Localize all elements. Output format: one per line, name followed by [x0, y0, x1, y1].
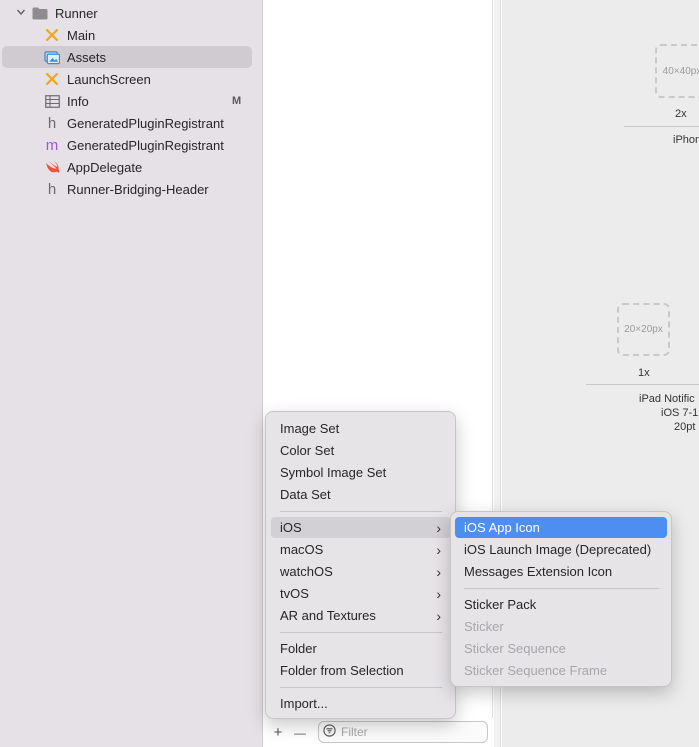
- nav-item-generated-plugin-registrant-impl[interactable]: m GeneratedPluginRegistrant: [44, 134, 224, 156]
- nav-item-label: Runner-Bridging-Header: [67, 181, 209, 197]
- menu-item-sticker-pack[interactable]: Sticker Pack: [464, 594, 536, 615]
- slot-size-label: 20×20px: [624, 324, 663, 335]
- submenu-chevron-icon: ›: [436, 541, 441, 558]
- menu-item-sticker-sequence: Sticker Sequence: [464, 641, 566, 656]
- interface-builder-icon: [44, 27, 60, 43]
- nav-item-label: Info: [67, 93, 89, 109]
- asset-list-bottom-bar: + — Filter: [264, 718, 493, 747]
- nav-item-runner-bridging-header[interactable]: h Runner-Bridging-Header: [44, 178, 209, 200]
- slot-scale-label: 2x: [675, 108, 687, 120]
- submenu-chevron-icon: ›: [436, 607, 441, 624]
- slot-caption-line: 20pt: [674, 421, 696, 433]
- menu-item-image-set[interactable]: Image Set: [280, 418, 339, 439]
- menu-item-import[interactable]: Import...: [280, 693, 328, 714]
- objc-file-icon: m: [45, 136, 59, 154]
- menu-item-label: tvOS: [280, 586, 309, 601]
- property-list-icon: [44, 93, 60, 109]
- filter-icon: [323, 724, 336, 740]
- add-asset-button[interactable]: +: [267, 724, 289, 741]
- menu-item-label: AR and Textures: [280, 608, 376, 623]
- filter-field[interactable]: Filter: [318, 721, 488, 743]
- menu-item-ios-launch-image[interactable]: iOS Launch Image (Deprecated): [464, 539, 651, 560]
- slot-size-label: 40×40px: [662, 65, 699, 77]
- header-file-icon: h: [47, 114, 57, 132]
- nav-item-label: GeneratedPluginRegistrant: [67, 115, 224, 131]
- add-asset-menu: Image Set Color Set Symbol Image Set Dat…: [265, 411, 456, 719]
- disclosure-chevron-icon[interactable]: [16, 7, 28, 20]
- menu-item-macos[interactable]: macOS ›: [271, 539, 451, 560]
- menu-item-data-set[interactable]: Data Set: [280, 484, 331, 505]
- menu-item-sticker: Sticker: [464, 619, 504, 634]
- nav-item-main[interactable]: Main: [44, 24, 95, 46]
- header-file-icon: h: [47, 180, 57, 198]
- menu-separator: [464, 588, 659, 589]
- image-slot-1x[interactable]: 20×20px: [617, 303, 670, 356]
- menu-separator: [280, 687, 442, 688]
- remove-asset-button[interactable]: —: [289, 726, 311, 740]
- nav-item-info[interactable]: Info M: [44, 90, 254, 112]
- nav-item-runner-group[interactable]: Runner: [16, 2, 98, 24]
- ios-submenu: iOS App Icon iOS Launch Image (Deprecate…: [450, 511, 672, 687]
- menu-item-ios[interactable]: iOS ›: [271, 517, 451, 538]
- nav-item-label: AppDelegate: [67, 159, 143, 175]
- nav-item-label: Main: [67, 27, 96, 43]
- menu-item-folder-from-selection[interactable]: Folder from Selection: [280, 660, 404, 681]
- menu-item-sticker-sequence-frame: Sticker Sequence Frame: [464, 663, 608, 678]
- interface-builder-icon: [44, 71, 60, 87]
- nav-item-label: Assets: [67, 49, 107, 65]
- nav-item-label: Runner: [55, 5, 98, 21]
- menu-item-ios-app-icon[interactable]: iOS App Icon: [455, 517, 667, 538]
- submenu-chevron-icon: ›: [436, 585, 441, 602]
- submenu-chevron-icon: ›: [436, 519, 441, 536]
- filter-placeholder: Filter: [341, 725, 368, 739]
- menu-item-folder[interactable]: Folder: [280, 638, 317, 659]
- folder-icon: [32, 5, 48, 21]
- menu-item-ar-and-textures[interactable]: AR and Textures ›: [271, 605, 451, 626]
- nav-item-appdelegate[interactable]: AppDelegate: [44, 156, 142, 178]
- project-navigator: Runner Main Assets LaunchScreen Info M h…: [0, 0, 263, 747]
- slot-divider: [586, 384, 699, 385]
- slot-divider: [624, 126, 699, 127]
- menu-item-symbol-image-set[interactable]: Symbol Image Set: [280, 462, 386, 483]
- scm-status-badge: M: [232, 95, 242, 107]
- slot-scale-label: 1x: [638, 367, 650, 379]
- menu-item-label: iOS: [280, 520, 302, 535]
- asset-catalog-icon: [44, 49, 60, 65]
- menu-item-watchos[interactable]: watchOS ›: [271, 561, 451, 582]
- submenu-chevron-icon: ›: [436, 563, 441, 580]
- menu-item-tvos[interactable]: tvOS ›: [271, 583, 451, 604]
- menu-item-messages-extension-icon[interactable]: Messages Extension Icon: [464, 561, 612, 582]
- menu-separator: [280, 511, 442, 512]
- swift-file-icon: [44, 159, 60, 175]
- nav-item-label: GeneratedPluginRegistrant: [67, 137, 224, 153]
- menu-separator: [280, 632, 442, 633]
- nav-item-label: LaunchScreen: [67, 71, 151, 87]
- nav-item-assets[interactable]: Assets: [2, 46, 252, 68]
- menu-item-color-set[interactable]: Color Set: [280, 440, 334, 461]
- menu-item-label: macOS: [280, 542, 324, 557]
- nav-item-launchscreen[interactable]: LaunchScreen: [44, 68, 151, 90]
- menu-item-label: watchOS: [280, 564, 333, 579]
- nav-item-generated-plugin-registrant-header[interactable]: h GeneratedPluginRegistrant: [44, 112, 224, 134]
- slot-caption-line: iOS 7-1: [661, 407, 699, 419]
- slot-caption: iPhon: [673, 134, 699, 146]
- slot-caption-line: iPad Notific: [639, 393, 695, 405]
- image-slot-2x[interactable]: 40×40px: [655, 44, 699, 98]
